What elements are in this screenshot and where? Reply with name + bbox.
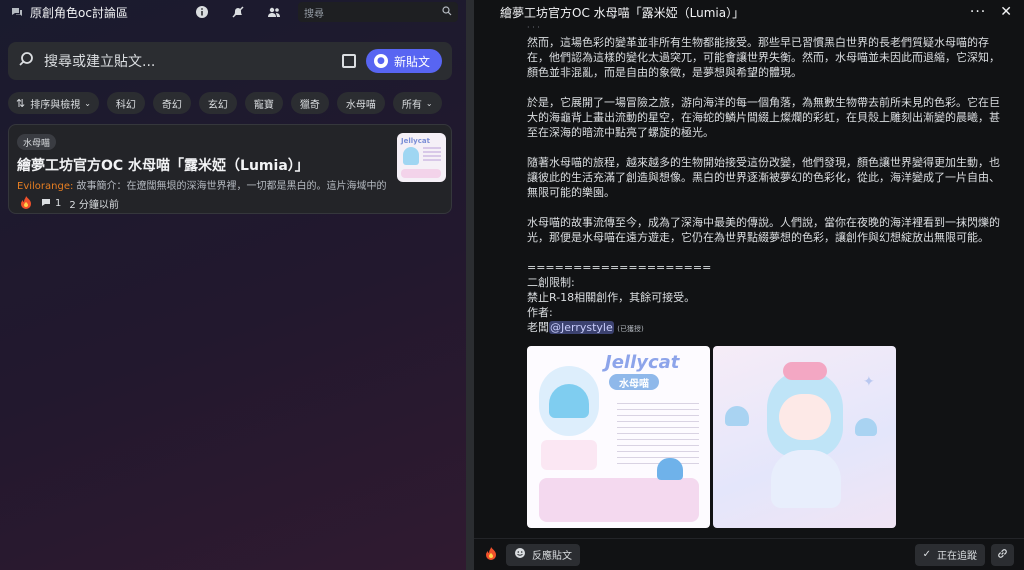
link-icon [997,548,1008,562]
post-excerpt: Evilorange: 故事簡介：在遼闊無垠的深海世界裡，一切都是黑白的。這片海… [17,177,387,192]
thread-title: 繪夢工坊官方OC 水母喵「露米婭（Lumia）」 [500,5,745,20]
thumb-text-lines [423,147,441,149]
separator-line: ==================== [527,261,712,274]
jellyfish-decoration [855,418,877,436]
story-text-box [539,478,699,522]
sort-icon: ⇅ [16,96,26,110]
tag-chip[interactable]: 寵寶 [244,92,283,114]
post-card[interactable]: 水母喵 繪夢工坊官方OC 水母喵「露米婭（Lumia）」 Evilorange:… [8,124,452,214]
thumb-footer [401,169,441,178]
jellyfish-decoration [725,406,749,426]
react-to-post-button[interactable]: 反應貼文 [506,543,580,566]
user-mention[interactable]: @Jerrystyle [549,321,614,334]
message-paragraph: 然而，這場色彩的變革並非所有生物都能接受。那些早已習慣黑白世界的長老們質疑水母喵… [527,36,1000,79]
members-icon[interactable] [262,2,286,22]
fire-reaction-icon[interactable] [19,195,33,212]
clipped-previous-line: · · · [527,26,1007,30]
channel-title: 原創角色oc討論區 [30,5,128,20]
mini-jellyfish-shape [657,458,683,480]
post-title: 繪夢工坊官方OC 水母喵「露米婭（Lumia）」 [17,158,309,174]
post-search-input[interactable]: 搜尋或建立貼文... [44,51,342,71]
thread-footer: 反應貼文 ✓ 正在追蹤 [474,538,1024,570]
star-decoration-icon: ✦ [863,374,875,390]
attachment-image-reference-sheet[interactable]: Jellycat 水母喵 [527,346,710,528]
search-icon [18,51,34,71]
post-thumbnail[interactable]: Jellycat [397,133,446,182]
chat-bubble-icon: ● [373,54,388,68]
comment-icon [41,197,51,210]
forum-icon [8,3,26,21]
character-bow-shape [783,362,827,380]
copy-link-button[interactable] [991,543,1014,566]
post-tag: 水母喵 [17,134,57,150]
tag-chip[interactable]: 奇幻 [152,92,191,114]
tag-chip[interactable]: 科幻 [106,92,145,114]
description-text-block [617,398,699,468]
channel-header: 原創角色oc討論區 搜尋 [0,0,466,24]
author-note: (已獲授) [617,325,644,333]
thread-message: · · · 然而，這場色彩的變革並非所有生物都能接受。那些早已習慣黑白世界的長老… [527,26,1007,337]
thread-header: 繪夢工坊官方OC 水母喵「露米婭（Lumia）」 ··· ✕ [474,0,1024,24]
checkmark-icon: ✓ [922,549,931,560]
character-dress-shape [771,450,841,508]
message-paragraph: 於是，它展開了一場冒險之旅，游向海洋的每一個角落，為無數生物帶去前所未見的色彩。… [527,96,1000,139]
post-meta: 1 2 分鐘以前 [19,195,119,212]
post-author: Evilorange: [17,181,74,192]
tag-chip[interactable]: 玄幻 [198,92,237,114]
info-icon[interactable] [190,2,214,22]
post-search-bar[interactable]: 搜尋或建立貼文... ● 新貼文 [8,42,452,80]
restriction-text: 禁止R-18相關創作，其餘可接受。 [527,291,696,304]
jellyfish-cat-shape [549,384,589,418]
close-icon[interactable]: ✕ [1000,4,1012,20]
search-icon [442,5,452,19]
mute-bell-icon[interactable] [226,2,250,22]
checklist-icon[interactable] [341,54,356,68]
panel-divider[interactable] [466,0,474,570]
tag-chip[interactable]: 獵奇 [290,92,329,114]
fire-reaction-icon[interactable] [484,546,498,563]
filter-row: ⇅ 排序與檢視 ⌄ 科幻 奇幻 玄幻 寵寶 獵奇 水母喵 所有 ⌄ [8,92,442,114]
author-line: 老闆@Jerrystyle (已獲授) [527,321,644,334]
post-excerpt-text: 故事簡介：在遼闊無垠的深海世界裡，一切都是黑白的。這片海域中的生物... [73,181,387,192]
channel-search-input[interactable]: 搜尋 [298,2,458,22]
all-tags-dropdown[interactable]: 所有 ⌄ [392,92,442,114]
message-paragraph: 隨著水母喵的旅程，越來越多的生物開始接受這份改變，他們發現，顏色讓世界變得更加生… [527,156,1000,199]
restriction-label: 二創限制: [527,276,575,289]
jellyfish-thumb-shape [403,147,419,165]
tag-chip[interactable]: 水母喵 [336,92,385,114]
chevron-down-icon: ⌄ [425,98,433,108]
note-box [541,440,597,470]
following-button[interactable]: ✓ 正在追蹤 [914,543,985,566]
new-post-button[interactable]: ● 新貼文 [365,49,442,73]
more-options-icon[interactable]: ··· [970,4,986,20]
author-label: 作者: [527,306,553,319]
thread-panel: 繪夢工坊官方OC 水母喵「露米婭（Lumia）」 ··· ✕ · · · 然而，… [474,0,1024,570]
sort-and-view-button[interactable]: ⇅ 排序與檢視 ⌄ [8,92,99,114]
comment-count: 1 [41,197,61,210]
character-face-shape [779,394,831,440]
emoji-smile-icon [514,547,526,562]
attachment-image-character-art[interactable]: ✦ [713,346,896,528]
forum-channel-panel: 原創角色oc討論區 搜尋 搜尋或建立貼文... ● 新貼文 ⇅ 排序與檢視 ⌄ … [0,0,466,570]
post-time: 2 分鐘以前 [69,200,119,211]
message-paragraph: 水母喵的故事流傳至今，成為了深海中最美的傳說。人們說，當你在夜晚的海洋裡看到一抹… [527,216,1000,244]
chevron-down-icon: ⌄ [84,98,91,108]
attachment-gallery: Jellycat 水母喵 ✦ [527,346,896,528]
